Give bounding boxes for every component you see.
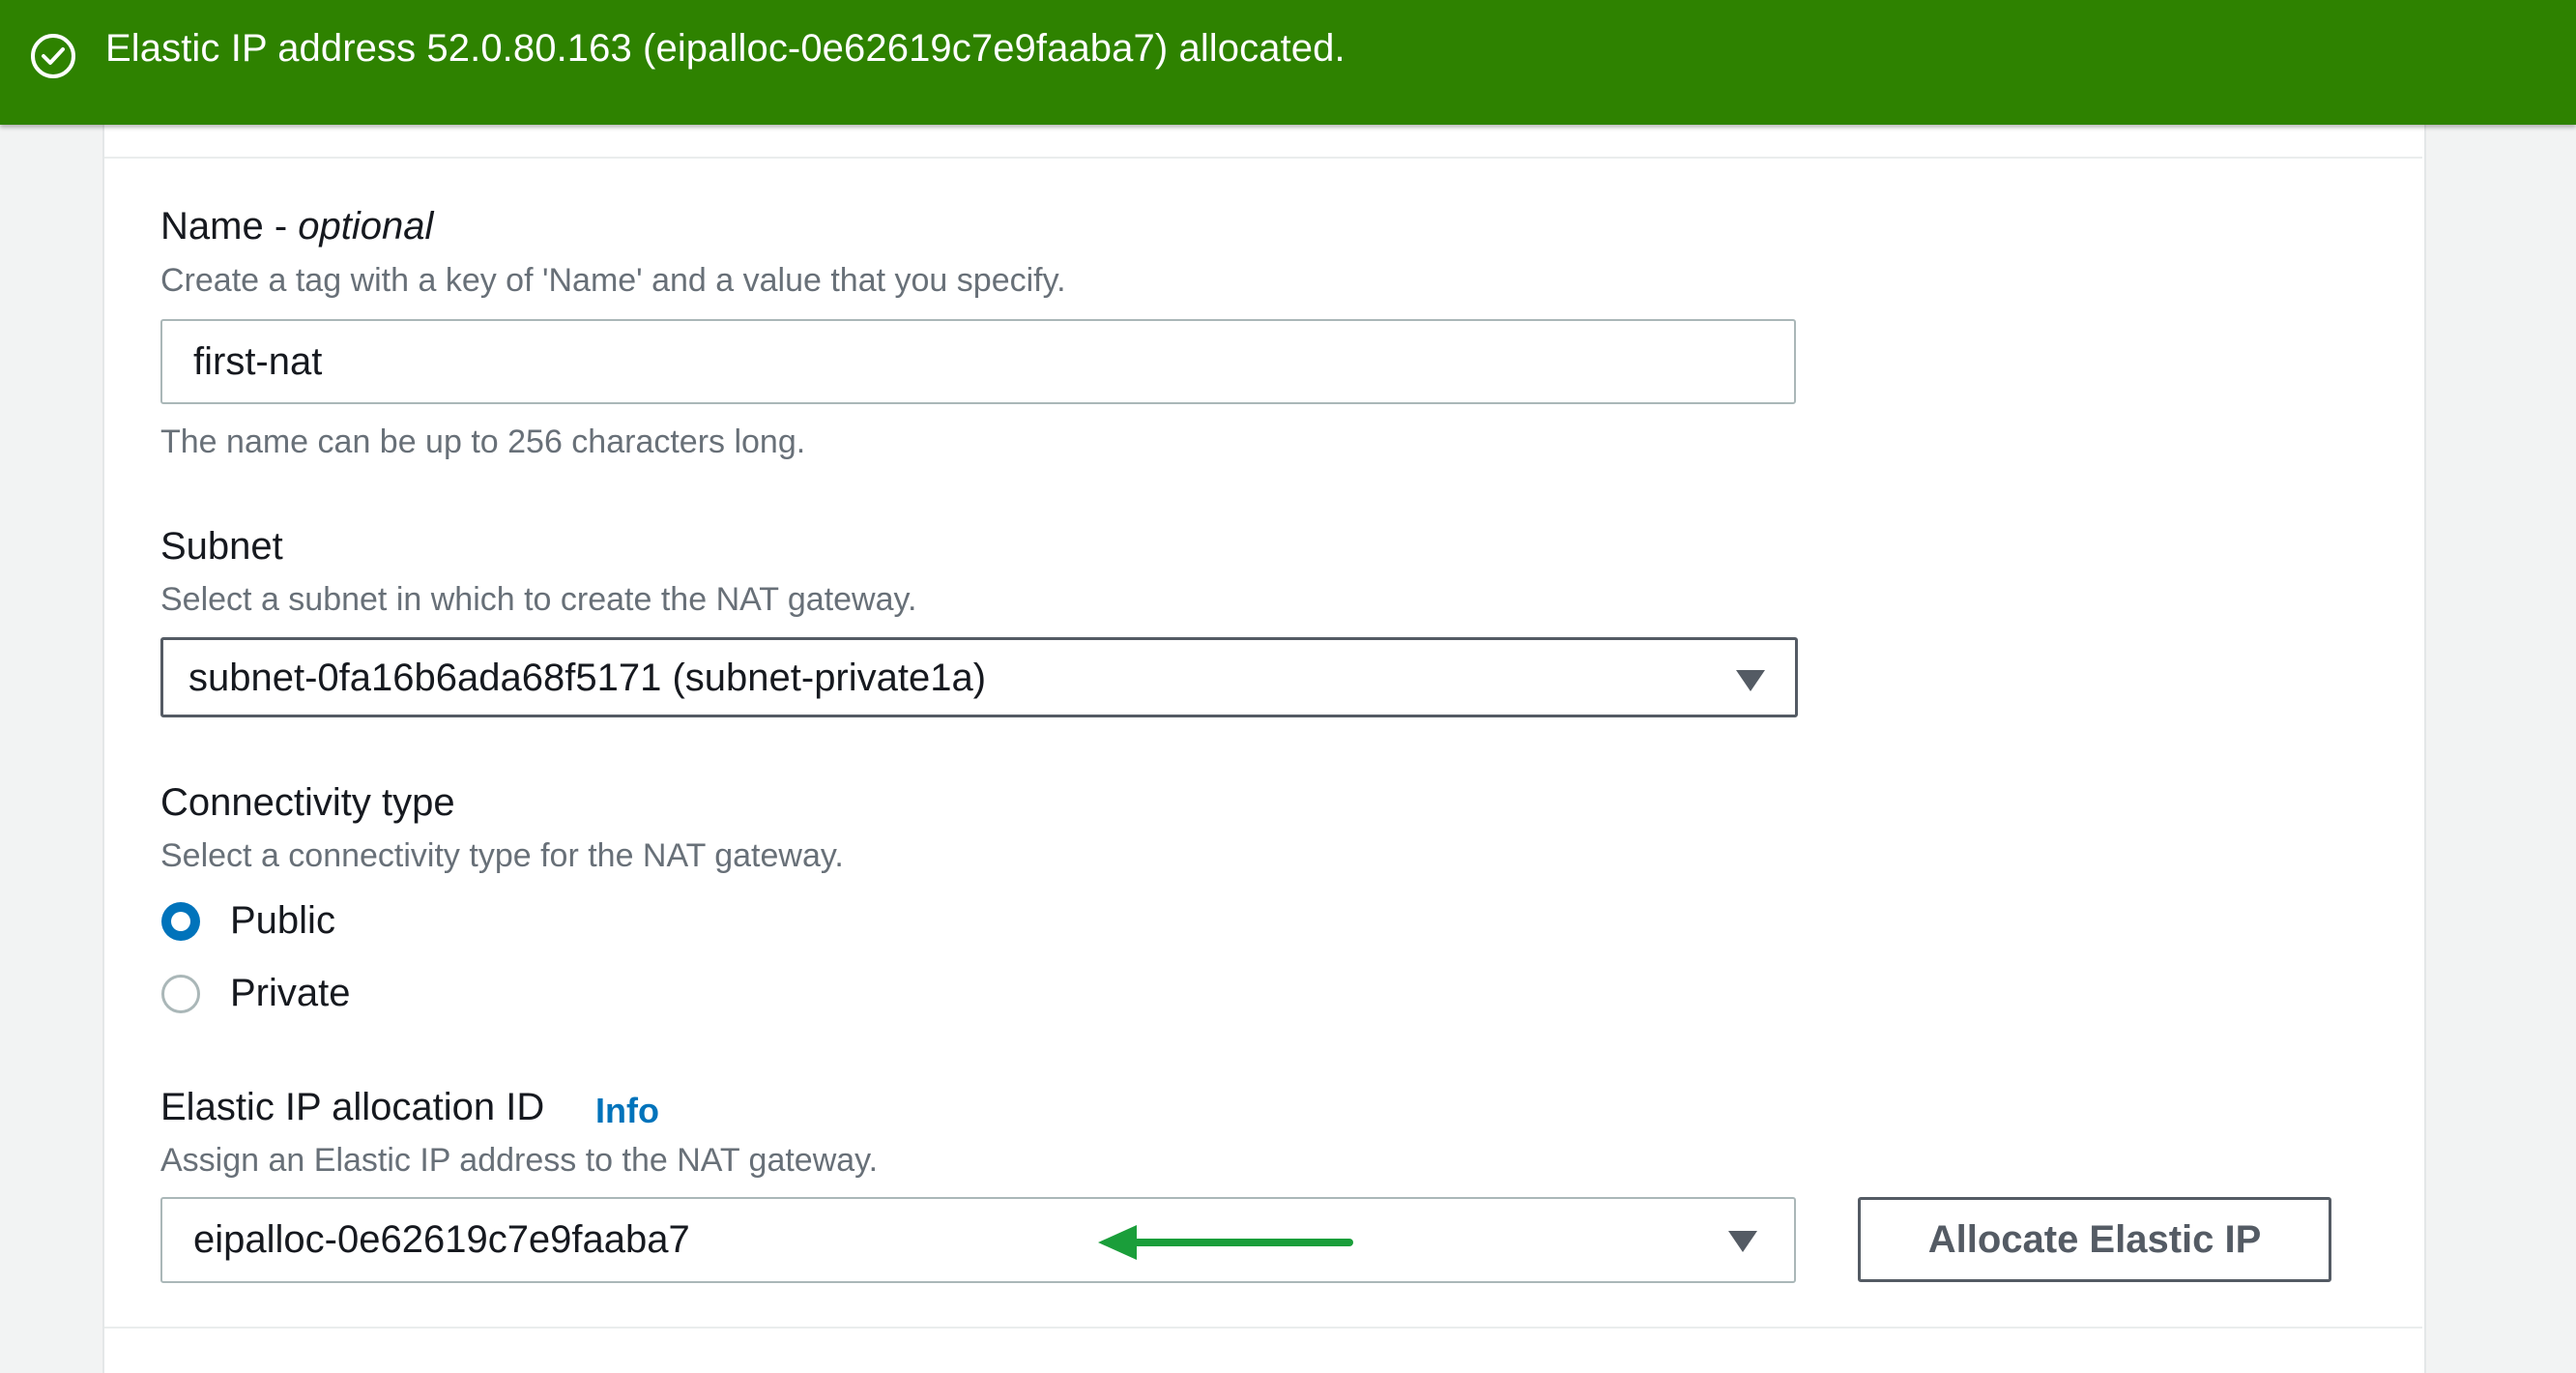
elastic-ip-select[interactable]: eipalloc-0e62619c7e9faaba7 xyxy=(160,1197,1796,1283)
caret-down-icon xyxy=(1736,670,1765,691)
subnet-field-description: Select a subnet in which to create the N… xyxy=(160,581,917,618)
connectivity-field-label: Connectivity type xyxy=(160,781,455,824)
name-field-label: Name - optional xyxy=(160,205,433,248)
subnet-select[interactable]: subnet-0fa16b6ada68f5171 (subnet-private… xyxy=(160,637,1798,717)
elastic-ip-select-value: eipalloc-0e62619c7e9faaba7 xyxy=(193,1218,690,1261)
subnet-select-value: subnet-0fa16b6ada68f5171 (subnet-private… xyxy=(188,657,987,699)
check-circle-icon xyxy=(31,34,75,78)
allocate-elastic-ip-button[interactable]: Allocate Elastic IP xyxy=(1858,1197,2331,1282)
elastic-ip-field-description: Assign an Elastic IP address to the NAT … xyxy=(160,1142,879,1179)
panel-divider xyxy=(104,1327,2422,1329)
radio-public[interactable] xyxy=(161,902,200,941)
info-link[interactable]: Info xyxy=(595,1091,659,1131)
radio-public-label[interactable]: Public xyxy=(230,899,335,943)
connectivity-field-description: Select a connectivity type for the NAT g… xyxy=(160,837,844,874)
flash-message: Elastic IP address 52.0.80.163 (eipalloc… xyxy=(105,27,1346,70)
radio-private[interactable] xyxy=(161,975,200,1013)
optional-tag: optional xyxy=(298,205,434,248)
name-field-description: Create a tag with a key of 'Name' and a … xyxy=(160,262,1066,299)
elastic-ip-field-label: Elastic IP allocation ID xyxy=(160,1086,545,1128)
name-input[interactable]: first-nat xyxy=(160,319,1796,404)
panel-divider xyxy=(104,157,2422,159)
left-arrow-icon xyxy=(1098,1225,1353,1260)
subnet-field-label: Subnet xyxy=(160,525,283,568)
name-constraint-text: The name can be up to 256 characters lon… xyxy=(160,424,806,460)
radio-private-label[interactable]: Private xyxy=(230,972,351,1015)
success-flash-banner: Elastic IP address 52.0.80.163 (eipalloc… xyxy=(0,0,2576,125)
name-label-text: Name - xyxy=(160,205,299,248)
form-panel xyxy=(102,116,2426,1373)
name-input-value: first-nat xyxy=(193,340,323,383)
caret-down-icon xyxy=(1728,1231,1757,1252)
